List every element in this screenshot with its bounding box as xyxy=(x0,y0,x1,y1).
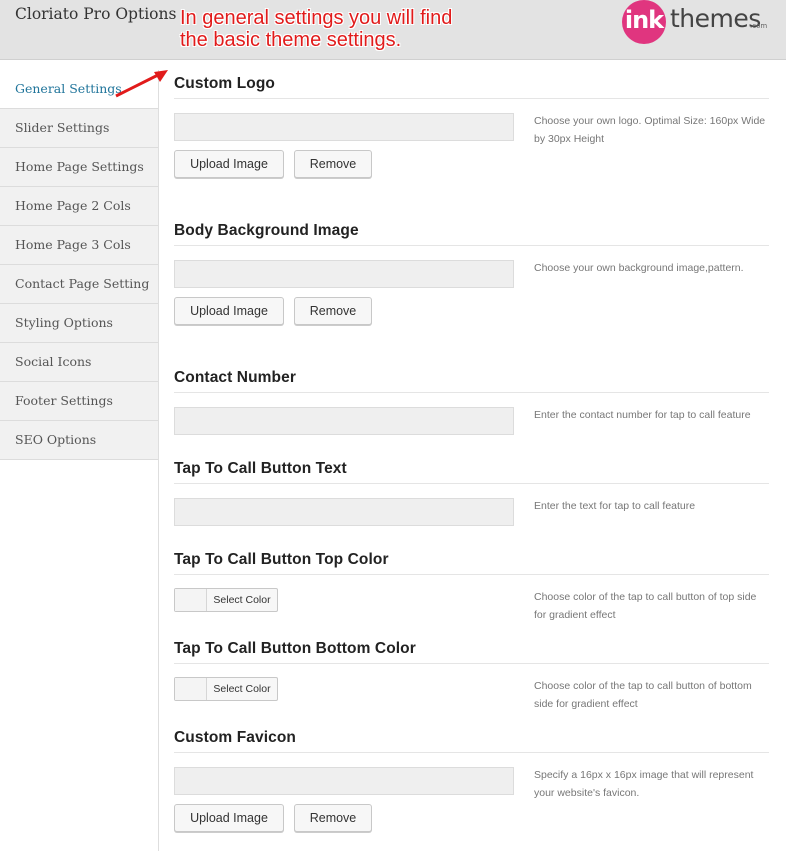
sidebar-item-social-icons[interactable]: Social Icons xyxy=(0,343,158,382)
top-color-swatch xyxy=(175,589,207,611)
logo-ink-badge: ink xyxy=(622,0,666,44)
section-title: Body Background Image xyxy=(174,217,769,246)
section-title: Contact Number xyxy=(174,364,769,393)
body-background-remove-button[interactable]: Remove xyxy=(294,297,372,325)
custom-logo-description: Choose your own logo. Optimal Size: 160p… xyxy=(534,115,766,145)
favicon-description: Specify a 16px x 16px image that will re… xyxy=(534,769,754,799)
inkthemes-logo: ink themes .com xyxy=(622,0,772,44)
annotation-callout: In general settings you will find the ba… xyxy=(180,7,453,51)
custom-logo-url-input[interactable] xyxy=(174,113,514,141)
sidebar-item-contact-page-setting[interactable]: Contact Page Setting xyxy=(0,265,158,304)
sidebar-item-home-page-2-cols[interactable]: Home Page 2 Cols xyxy=(0,187,158,226)
sidebar-item-seo-options[interactable]: SEO Options xyxy=(0,421,158,460)
section-title: Tap To Call Button Bottom Color xyxy=(174,635,769,664)
sidebar-item-home-page-3-cols[interactable]: Home Page 3 Cols xyxy=(0,226,158,265)
top-color-select-label: Select Color xyxy=(213,594,271,606)
options-sidebar: General Settings Slider Settings Home Pa… xyxy=(0,70,159,851)
tap-to-call-text-input[interactable] xyxy=(174,498,514,526)
bottom-color-swatch xyxy=(175,678,207,700)
logo-themes-text: themes xyxy=(670,4,761,33)
sidebar-item-slider-settings[interactable]: Slider Settings xyxy=(0,109,158,148)
section-title: Tap To Call Button Text xyxy=(174,455,769,484)
favicon-upload-button[interactable]: Upload Image xyxy=(174,804,284,832)
sidebar-item-styling-options[interactable]: Styling Options xyxy=(0,304,158,343)
tap-to-call-text-description: Enter the text for tap to call feature xyxy=(534,500,696,512)
section-custom-favicon: Custom Favicon Specify a 16px x 16px ima… xyxy=(174,724,769,832)
section-tap-to-call-bottom-color: Tap To Call Button Bottom Color Select C… xyxy=(174,635,769,710)
section-body-background-image: Body Background Image Choose your own ba… xyxy=(174,217,769,325)
custom-logo-remove-button[interactable]: Remove xyxy=(294,150,372,178)
custom-logo-upload-button[interactable]: Upload Image xyxy=(174,150,284,178)
sidebar-item-home-page-settings[interactable]: Home Page Settings xyxy=(0,148,158,187)
body-background-url-input[interactable] xyxy=(174,260,514,288)
body-background-upload-button[interactable]: Upload Image xyxy=(174,297,284,325)
section-contact-number: Contact Number Enter the contact number … xyxy=(174,364,769,435)
sidebar-item-footer-settings[interactable]: Footer Settings xyxy=(0,382,158,421)
section-title: Custom Favicon xyxy=(174,724,769,753)
section-tap-to-call-text: Tap To Call Button Text Enter the text f… xyxy=(174,455,769,526)
section-title: Custom Logo xyxy=(174,70,769,99)
favicon-url-input[interactable] xyxy=(174,767,514,795)
annotation-arrow-icon xyxy=(115,70,168,98)
top-color-picker-button[interactable]: Select Color xyxy=(174,588,278,612)
section-custom-logo: Custom Logo Choose your own logo. Optima… xyxy=(174,70,769,178)
contact-number-input[interactable] xyxy=(174,407,514,435)
page-title: Cloriato Pro Options xyxy=(15,5,177,23)
body-background-description: Choose your own background image,pattern… xyxy=(534,262,744,274)
top-color-description: Choose color of the tap to call button o… xyxy=(534,591,757,621)
bottom-color-select-label: Select Color xyxy=(213,683,271,695)
bottom-color-description: Choose color of the tap to call button o… xyxy=(534,680,752,710)
section-tap-to-call-top-color: Tap To Call Button Top Color Select Colo… xyxy=(174,546,769,621)
favicon-remove-button[interactable]: Remove xyxy=(294,804,372,832)
logo-com-text: .com xyxy=(750,22,768,30)
contact-number-description: Enter the contact number for tap to call… xyxy=(534,409,751,421)
section-title: Tap To Call Button Top Color xyxy=(174,546,769,575)
bottom-color-picker-button[interactable]: Select Color xyxy=(174,677,278,701)
